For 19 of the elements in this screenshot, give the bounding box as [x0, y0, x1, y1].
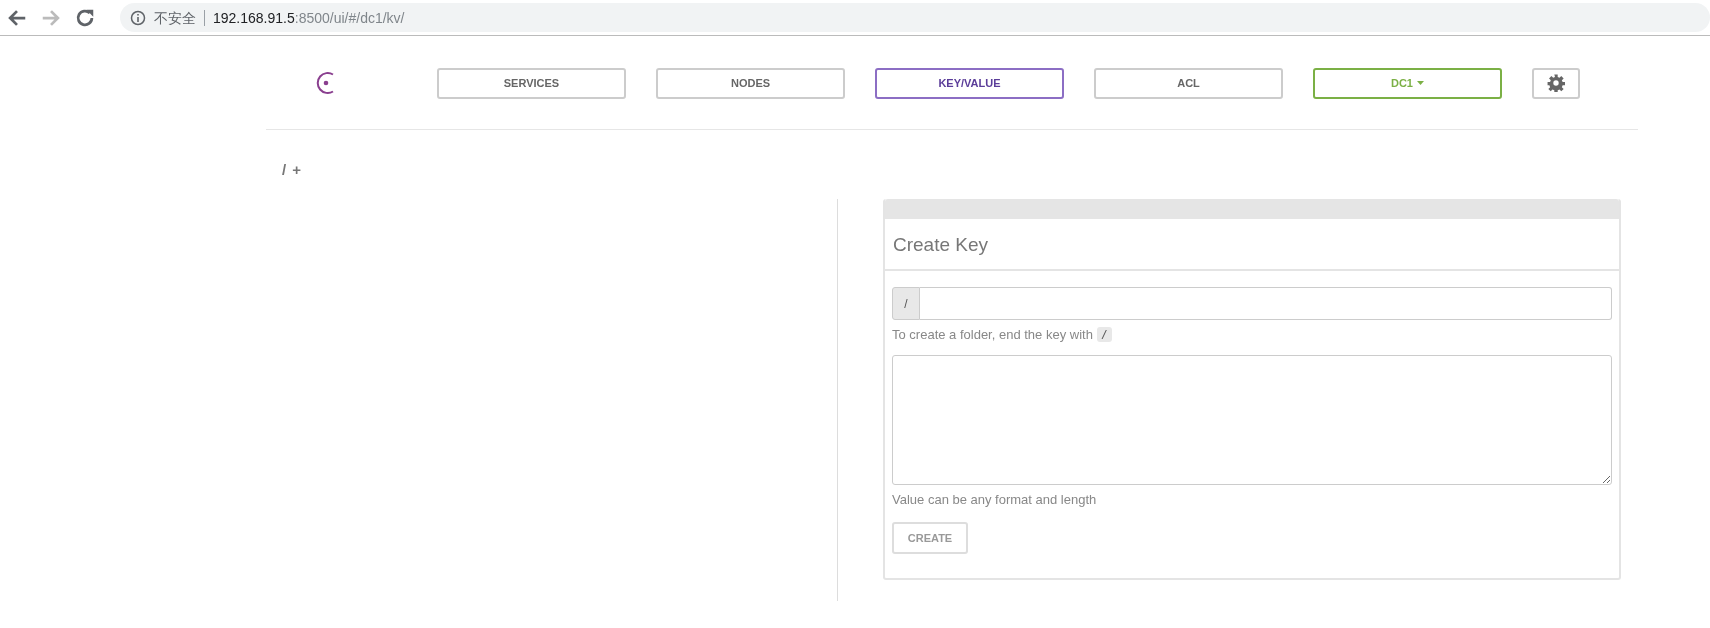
nav-tab[interactable]: KEY/VALUE [875, 67, 1064, 99]
slash-code: / [1096, 327, 1112, 342]
key-input-field[interactable] [920, 287, 1612, 320]
settings-button[interactable] [1532, 67, 1580, 99]
breadcrumb-root[interactable]: / [282, 161, 287, 181]
settings-icon [1547, 74, 1565, 92]
key-hint-text: To create a folder, end the key with [892, 327, 1093, 342]
value-hint-text: Value can be any format and length [892, 492, 1097, 507]
key-prefix: / [892, 287, 920, 320]
nav-tab[interactable]: NODES [656, 67, 845, 99]
nav-tab[interactable]: ACL [1094, 67, 1283, 99]
security-label: 不安全 [154, 9, 205, 26]
panel-title: Create Key [893, 234, 989, 255]
nav-tab[interactable]: SERVICES [437, 67, 626, 99]
caret-icon [1417, 81, 1424, 85]
info-icon[interactable] [130, 9, 146, 26]
address-bar[interactable]: 不安全 192.168.91.5:8500/ui/#/dc1/kv/ [120, 3, 1710, 32]
url-text: 192.168.91.5:8500/ui/#/dc1/kv/ [213, 9, 405, 26]
add-key-link[interactable]: + [292, 161, 301, 181]
